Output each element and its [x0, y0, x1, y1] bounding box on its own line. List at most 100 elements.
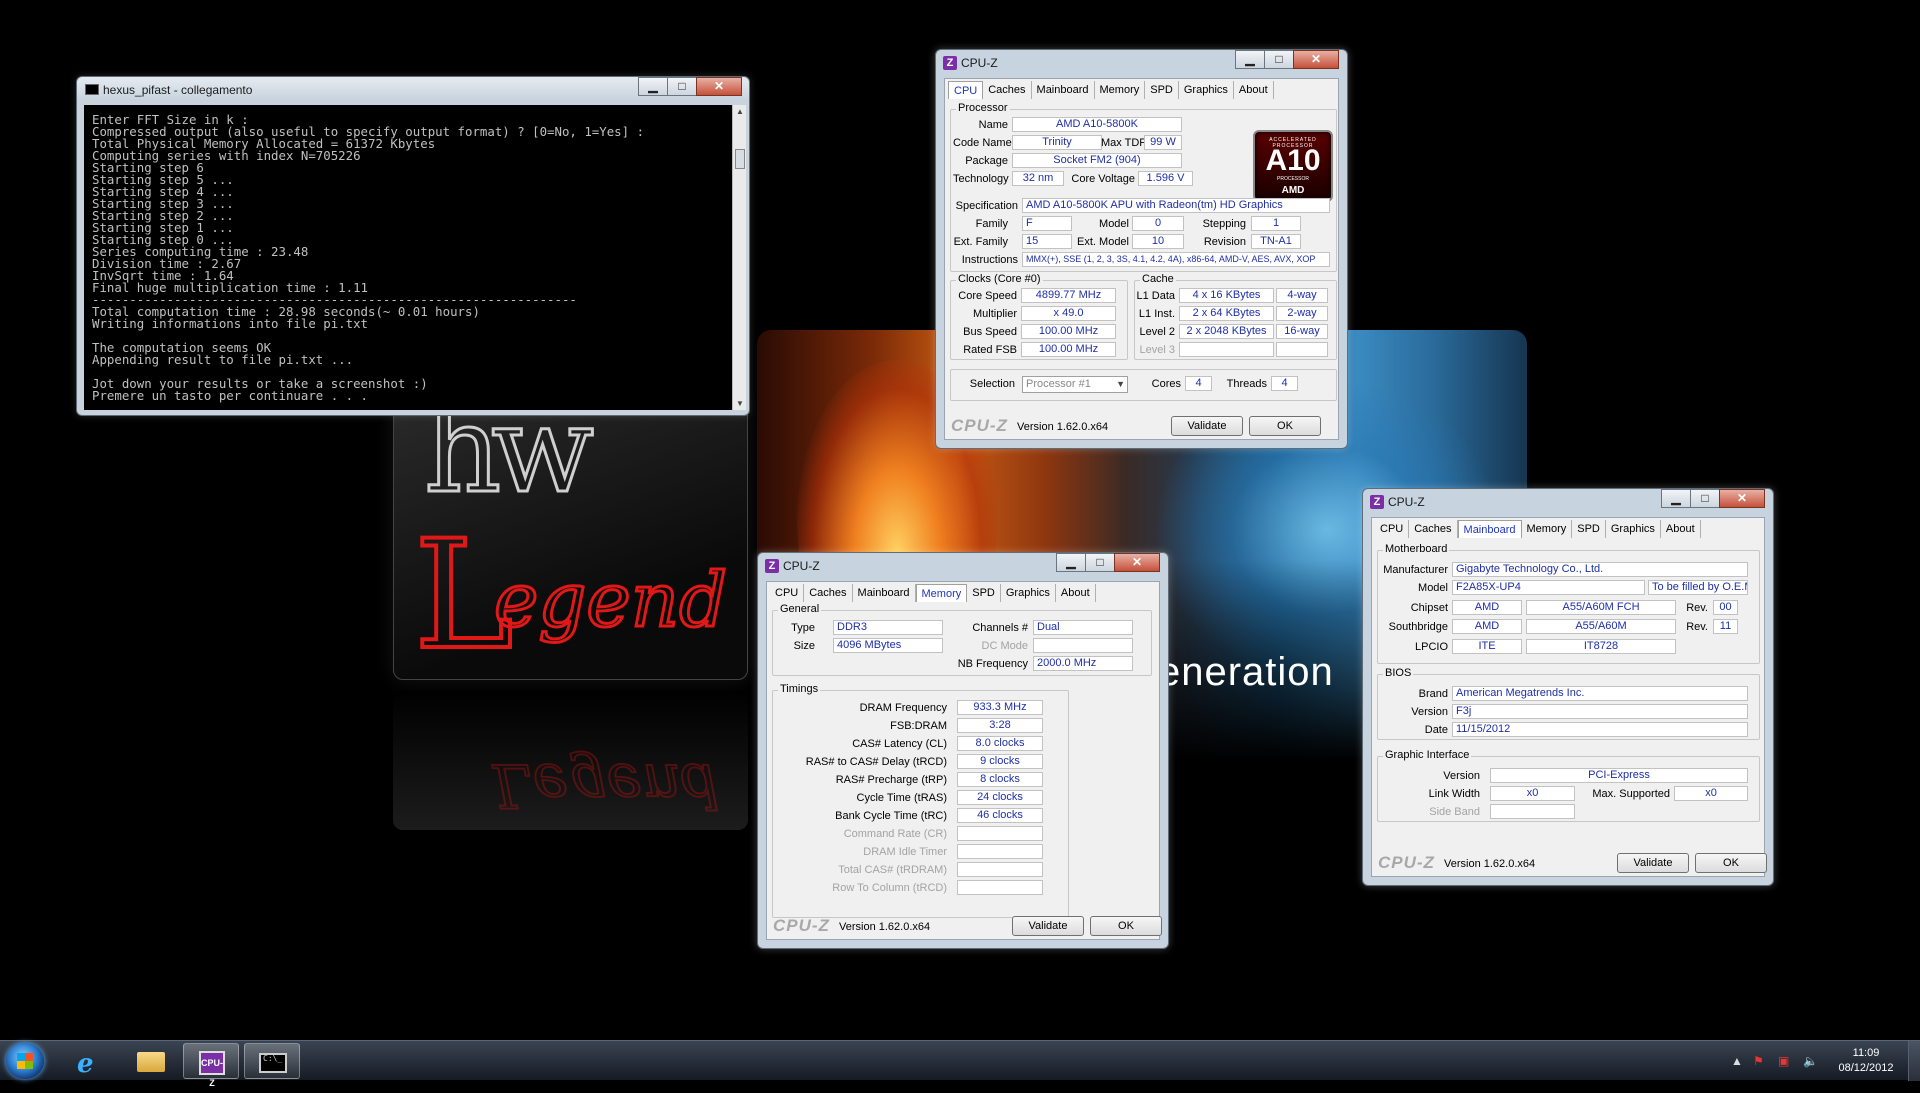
- taskbar-internet-explorer[interactable]: e: [61, 1043, 117, 1079]
- tab-graphics[interactable]: Graphics: [1606, 520, 1661, 538]
- tab-mainboard[interactable]: Mainboard: [1457, 520, 1522, 538]
- cpuz-mainboard-body: CPU Caches Mainboard Memory SPD Graphics About…: [1371, 517, 1767, 877]
- tab-caches[interactable]: Caches: [983, 81, 1032, 99]
- cpuz-memory-titlebar[interactable]: Z CPU-Z ▁ □ ✕: [758, 553, 1168, 579]
- bios-brand: American Megatrends Inc.: [1452, 686, 1748, 701]
- network-icon[interactable]: ▣: [1778, 1054, 1789, 1068]
- clocks-group: Clocks (Core #0) Core Speed 4899.77 MHz …: [950, 273, 1128, 360]
- scroll-up-arrow[interactable]: ▲: [736, 107, 744, 116]
- console-titlebar[interactable]: hexus_pifast - collegamento ▁ □ ✕: [77, 77, 749, 101]
- console-scrollbar[interactable]: ▲ ▼: [732, 105, 746, 410]
- tab-about[interactable]: About: [1056, 584, 1096, 602]
- console-title: hexus_pifast - collegamento: [103, 83, 253, 97]
- mb-southbridge-vendor: AMD: [1452, 619, 1522, 634]
- cpuz-footer: CPU-Z Version 1.62.0.x64 Validate OK: [945, 413, 1338, 439]
- bios-group: BIOS Brand American Megatrends Inc. Vers…: [1377, 667, 1760, 740]
- tab-about[interactable]: About: [1661, 520, 1701, 538]
- cpu-threads: 4: [1271, 376, 1298, 391]
- tab-memory[interactable]: Memory: [1095, 81, 1146, 99]
- maximize-button[interactable]: □: [1690, 489, 1720, 508]
- cpuz-memory-window[interactable]: Z CPU-Z ▁ □ ✕ CPU Caches Mainboard Memory SP…: [757, 552, 1169, 949]
- validate-button[interactable]: Validate: [1617, 853, 1689, 873]
- timing-value: 24 clocks: [957, 790, 1043, 805]
- tab-spd[interactable]: SPD: [967, 584, 1001, 602]
- wallpaper-tagline: eneration: [1158, 650, 1334, 694]
- tab-spd[interactable]: SPD: [1145, 81, 1179, 99]
- volume-icon[interactable]: 🔈: [1803, 1054, 1818, 1068]
- desktop: hw L egend Legend eneration hexus_pifast…: [0, 0, 1920, 1040]
- console-line: Premere un tasto per continuare . . .: [92, 388, 369, 403]
- cache-l2-way: 16-way: [1276, 324, 1328, 339]
- minimize-button[interactable]: ▁: [1661, 489, 1691, 508]
- mb-southbridge: A55/A60M: [1526, 619, 1676, 634]
- scroll-down-arrow[interactable]: ▼: [736, 399, 744, 408]
- ok-button[interactable]: OK: [1249, 416, 1321, 436]
- ok-button[interactable]: OK: [1695, 853, 1767, 873]
- cache-l3-way: [1276, 342, 1328, 357]
- timing-value: [957, 862, 1043, 877]
- hwlegend-logo-reflection: Legend: [393, 690, 748, 830]
- tab-caches[interactable]: Caches: [1409, 520, 1458, 538]
- tab-about[interactable]: About: [1234, 81, 1274, 99]
- scroll-thumb[interactable]: [735, 149, 745, 169]
- cpu-corespeed: 4899.77 MHz: [1021, 288, 1116, 303]
- minimize-button[interactable]: ▁: [638, 77, 668, 96]
- clock[interactable]: 11:09 08/12/2012: [1826, 1046, 1906, 1076]
- timing-value: 46 clocks: [957, 808, 1043, 823]
- tab-cpu[interactable]: CPU: [770, 584, 805, 602]
- tab-cpu[interactable]: CPU: [948, 81, 984, 99]
- tab-mainboard[interactable]: Mainboard: [1032, 81, 1095, 99]
- taskbar-explorer[interactable]: [122, 1043, 178, 1079]
- maximize-button[interactable]: □: [1264, 50, 1294, 69]
- cpu-corevoltage: 1.596 V: [1138, 171, 1193, 186]
- cpu-busspeed: 100.00 MHz: [1021, 324, 1116, 339]
- close-button[interactable]: ✕: [1114, 553, 1160, 572]
- tab-caches[interactable]: Caches: [804, 584, 853, 602]
- show-desktop-button[interactable]: [1908, 1041, 1920, 1081]
- cpuz-cpu-titlebar[interactable]: Z CPU-Z ▁ □ ✕: [936, 50, 1347, 76]
- gi-sideband: [1490, 804, 1575, 819]
- cpuz-icon: Z: [1370, 495, 1384, 509]
- tab-graphics[interactable]: Graphics: [1179, 81, 1234, 99]
- maximize-button[interactable]: □: [667, 77, 697, 96]
- cpuz-mainboard-titlebar[interactable]: Z CPU-Z ▁ □ ✕: [1363, 489, 1773, 515]
- bios-version: F3j: [1452, 704, 1748, 719]
- cpu-cores: 4: [1185, 376, 1212, 391]
- validate-button[interactable]: Validate: [1171, 416, 1243, 436]
- minimize-button[interactable]: ▁: [1056, 553, 1086, 572]
- cache-l1i-way: 2-way: [1276, 306, 1328, 321]
- cpuz-footer: CPU-Z Version 1.62.0.x64 Validate OK: [1372, 850, 1767, 876]
- memory-channels: Dual: [1033, 620, 1133, 635]
- minimize-button[interactable]: ▁: [1235, 50, 1265, 69]
- close-button[interactable]: ✕: [696, 77, 742, 96]
- cpuz-icon: CPU-Z: [199, 1051, 225, 1088]
- ok-button[interactable]: OK: [1090, 916, 1162, 936]
- tab-bar: CPU Caches Mainboard Memory SPD Graphics About: [770, 584, 1096, 603]
- tab-spd[interactable]: SPD: [1572, 520, 1606, 538]
- start-button[interactable]: [6, 1043, 44, 1079]
- tab-memory[interactable]: Memory: [1522, 520, 1573, 538]
- taskbar-cpuz[interactable]: CPU-Z: [183, 1043, 239, 1088]
- tab-memory[interactable]: Memory: [915, 584, 968, 602]
- cpuz-cpu-window[interactable]: Z CPU-Z ▁ □ ✕ CPU Caches Mainboard Memory SP…: [935, 49, 1348, 449]
- processor-select[interactable]: Processor #1 ▼: [1022, 376, 1128, 393]
- taskbar-command-prompt[interactable]: C:\_: [244, 1043, 300, 1079]
- close-button[interactable]: ✕: [1719, 489, 1765, 508]
- action-center-flag-icon[interactable]: ⚑: [1753, 1054, 1764, 1068]
- show-hidden-icons-icon[interactable]: ▲: [1731, 1054, 1743, 1068]
- cache-l3: [1179, 342, 1274, 357]
- validate-button[interactable]: Validate: [1012, 916, 1084, 936]
- close-button[interactable]: ✕: [1293, 50, 1339, 69]
- console-window[interactable]: hexus_pifast - collegamento ▁ □ ✕ Enter …: [76, 76, 750, 416]
- cache-l1d-way: 4-way: [1276, 288, 1328, 303]
- cpu-instructions: MMX(+), SSE (1, 2, 3, 3S, 4.1, 4.2, 4A),…: [1022, 252, 1330, 267]
- mb-model: F2A85X-UP4: [1452, 580, 1645, 595]
- cpuz-mainboard-window[interactable]: Z CPU-Z ▁ □ ✕ CPU Caches Mainboard Memory SP…: [1362, 488, 1774, 886]
- tab-cpu[interactable]: CPU: [1375, 520, 1410, 538]
- maximize-button[interactable]: □: [1085, 553, 1115, 572]
- motherboard-group: Motherboard Manufacturer Gigabyte Techno…: [1377, 543, 1760, 664]
- bios-date: 11/15/2012: [1452, 722, 1748, 737]
- tab-mainboard[interactable]: Mainboard: [853, 584, 916, 602]
- tab-graphics[interactable]: Graphics: [1001, 584, 1056, 602]
- mb-lpcio: IT8728: [1526, 639, 1676, 654]
